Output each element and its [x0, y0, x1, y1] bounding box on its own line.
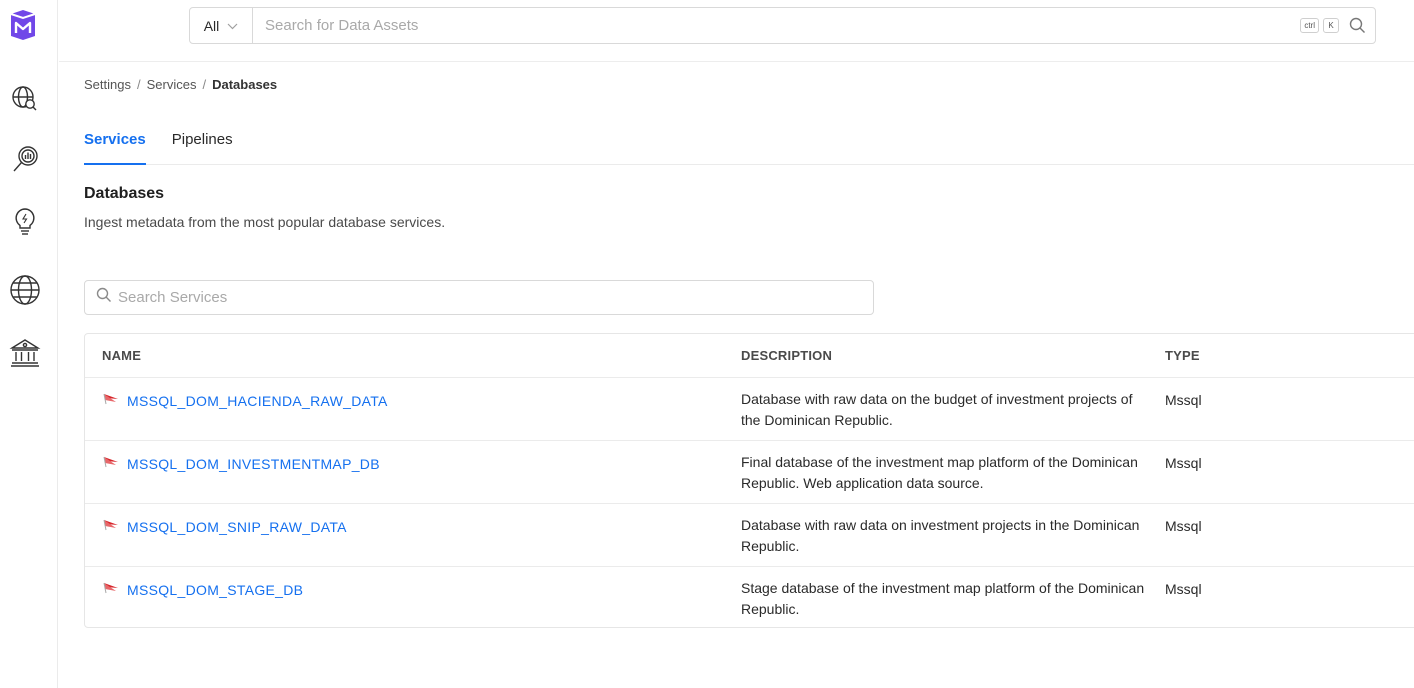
explore-icon[interactable]	[9, 82, 41, 114]
tab-pipelines[interactable]: Pipelines	[172, 128, 233, 165]
governance-icon[interactable]	[9, 337, 41, 369]
search-scope-label: All	[203, 17, 220, 34]
search-icon[interactable]	[1339, 8, 1375, 43]
global-search-input[interactable]	[253, 8, 1297, 43]
table-row: MSSQL_DOM_STAGE_DB Stage database of the…	[85, 567, 1414, 630]
column-header-name: NAME	[102, 348, 142, 363]
search-scope-dropdown[interactable]: All	[190, 8, 253, 43]
left-nav-rail	[0, 0, 58, 688]
service-name-link[interactable]: MSSQL_DOM_INVESTMENTMAP_DB	[127, 456, 380, 472]
page-title: Databases	[84, 185, 165, 202]
service-name-link[interactable]: MSSQL_DOM_STAGE_DB	[127, 582, 303, 598]
services-table: NAME DESCRIPTION TYPE MSSQL_DOM_HACIENDA…	[84, 333, 1414, 628]
mssql-icon	[103, 581, 119, 599]
service-name-cell: MSSQL_DOM_SNIP_RAW_DATA	[103, 518, 347, 536]
service-type: Mssql	[1165, 455, 1202, 471]
service-search-box	[84, 280, 874, 315]
breadcrumb-services[interactable]: Services	[147, 77, 197, 92]
service-name-cell: MSSQL_DOM_STAGE_DB	[103, 581, 303, 599]
service-type: Mssql	[1165, 392, 1202, 408]
service-type: Mssql	[1165, 581, 1202, 597]
column-header-type: TYPE	[1165, 348, 1200, 363]
shortcut-key-ctrl: ctrl	[1300, 18, 1319, 33]
mssql-icon	[103, 392, 119, 410]
breadcrumb: Settings / Services / Databases	[84, 77, 277, 92]
domains-icon[interactable]	[9, 274, 41, 306]
service-name-link[interactable]: MSSQL_DOM_HACIENDA_RAW_DATA	[127, 393, 388, 409]
mssql-icon	[103, 455, 119, 473]
data-insights-icon[interactable]	[9, 144, 41, 176]
breadcrumb-settings[interactable]: Settings	[84, 77, 131, 92]
app-logo-icon[interactable]	[9, 9, 37, 41]
breadcrumb-separator: /	[202, 77, 207, 92]
column-header-description: DESCRIPTION	[741, 348, 833, 363]
table-row: MSSQL_DOM_SNIP_RAW_DATA Database with ra…	[85, 504, 1414, 567]
chevron-down-icon	[227, 19, 238, 33]
service-name-link[interactable]: MSSQL_DOM_SNIP_RAW_DATA	[127, 519, 347, 535]
global-search-bar: All ctrl K	[189, 7, 1376, 44]
service-description: Database with raw data on the budget of …	[741, 391, 1133, 428]
service-name-cell: MSSQL_DOM_HACIENDA_RAW_DATA	[103, 392, 388, 410]
service-search-input[interactable]	[118, 289, 818, 306]
tab-services[interactable]: Services	[84, 128, 146, 165]
service-description: Final database of the investment map pla…	[741, 454, 1138, 491]
page-subtitle: Ingest metadata from the most popular da…	[84, 214, 446, 230]
service-name-cell: MSSQL_DOM_INVESTMENTMAP_DB	[103, 455, 380, 473]
observability-icon[interactable]	[9, 206, 41, 238]
search-icon	[96, 287, 112, 308]
table-row: MSSQL_DOM_HACIENDA_RAW_DATA Database wit…	[85, 378, 1414, 441]
service-type: Mssql	[1165, 518, 1202, 534]
table-row: MSSQL_DOM_INVESTMENTMAP_DB Final databas…	[85, 441, 1414, 504]
service-description: Database with raw data on investment pro…	[741, 517, 1140, 554]
table-header: NAME DESCRIPTION TYPE	[85, 334, 1414, 378]
breadcrumb-databases: Databases	[212, 77, 278, 92]
top-header: All ctrl K	[59, 0, 1414, 62]
tab-bar: Services Pipelines	[84, 128, 1414, 165]
service-description: Stage database of the investment map pla…	[741, 580, 1145, 617]
mssql-icon	[103, 518, 119, 536]
shortcut-key-k: K	[1323, 18, 1339, 33]
breadcrumb-separator: /	[136, 77, 141, 92]
